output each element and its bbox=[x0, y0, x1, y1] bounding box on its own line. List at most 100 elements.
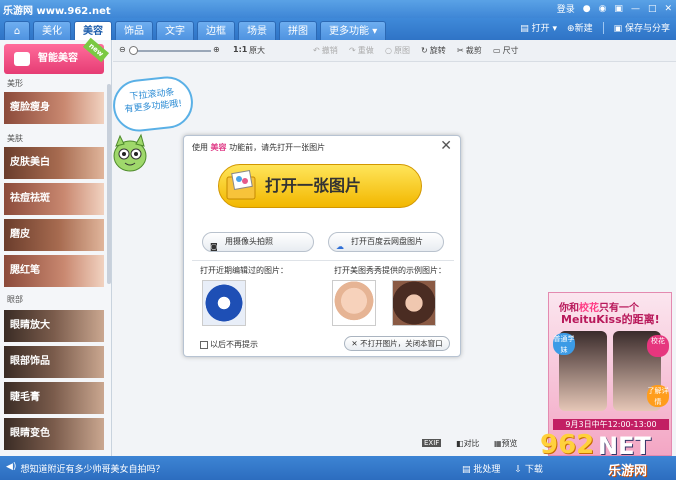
close-window-icon[interactable]: ✕ bbox=[664, 4, 672, 14]
title-bar: 乐游网 www.962.net 登录 ● ◉ ▣ — □ ✕ bbox=[0, 0, 676, 18]
divider bbox=[192, 260, 454, 261]
recent-thumbnail[interactable] bbox=[202, 280, 246, 326]
open-label: 打开 bbox=[531, 24, 550, 34]
tab-cosmetics[interactable]: 美容 bbox=[74, 21, 112, 40]
restore-button[interactable]: ○ 原图 bbox=[385, 45, 410, 56]
tab-more[interactable]: 更多功能 ▾ bbox=[320, 21, 387, 40]
dialog-title-post: 功能前，请先打开一张图片 bbox=[229, 143, 326, 152]
close-without-open-button[interactable]: ✕ 不打开图片，关闭本窗口 bbox=[344, 336, 450, 351]
redo-label: 重做 bbox=[357, 46, 374, 55]
tab-text[interactable]: 文字 bbox=[156, 21, 194, 40]
sidebar-item-acne[interactable]: 祛痘祛斑 bbox=[4, 183, 104, 215]
sidebar-item-smooth[interactable]: 磨皮 bbox=[4, 219, 104, 251]
open-image-dialog: 使用 美容 功能前，请先打开一张图片 ✕ 打开一张图片 ◙ 用摄像头拍照 ☁ 打… bbox=[183, 135, 461, 357]
crop-button[interactable]: ✂ 裁剪 bbox=[457, 45, 482, 56]
camera-label: 用摄像头拍照 bbox=[225, 237, 273, 246]
sidebar-item-whiten[interactable]: 皮肤美白 bbox=[4, 147, 104, 179]
maximize-icon[interactable]: □ bbox=[648, 4, 657, 14]
site-watermark: 乐游网 www.962.net bbox=[3, 6, 111, 17]
save-share-button[interactable]: ▣ 保存与分享 bbox=[614, 21, 670, 34]
dialog-close-icon[interactable]: ✕ bbox=[440, 138, 452, 154]
window-controls: 登录 ● ◉ ▣ — □ ✕ bbox=[557, 2, 672, 16]
rotate-icon: ↻ bbox=[421, 46, 428, 55]
original-size-button[interactable]: 原大 bbox=[249, 45, 265, 56]
feature-sidebar: 智能美容 new 美形 瘦脸瘦身 美肤 皮肤美白 祛痘祛斑 磨皮 腮红笔 眼部 … bbox=[0, 37, 112, 456]
save-label: 保存与分享 bbox=[624, 24, 670, 34]
new-button[interactable]: ⊕新建 bbox=[567, 21, 593, 34]
ad-badge-details[interactable]: 了解详情 bbox=[647, 385, 669, 407]
ad-badge-campus-belle: 校花 bbox=[647, 335, 669, 357]
preview-button[interactable]: ▦预览 bbox=[494, 438, 518, 449]
category-skin: 美肤 bbox=[7, 134, 23, 143]
tab-scene[interactable]: 场景 bbox=[238, 21, 276, 40]
sidebar-item-blush[interactable]: 腮红笔 bbox=[4, 255, 104, 287]
folder-icon bbox=[226, 169, 256, 200]
ad-date: 9月3日中午12:00-13:00 bbox=[553, 419, 669, 430]
login-link[interactable]: 登录 bbox=[557, 2, 575, 15]
zoom-out-icon[interactable]: ⊖ bbox=[119, 45, 126, 54]
tab-accessories[interactable]: 饰品 bbox=[115, 21, 153, 40]
divider bbox=[602, 21, 604, 34]
sidebar-item-eye-color[interactable]: 眼睛变色 bbox=[4, 418, 104, 450]
zoom-slider-track[interactable] bbox=[131, 50, 211, 52]
sidebar-item-eye-accessory[interactable]: 眼部饰品 bbox=[4, 346, 104, 378]
restore-icon: ○ bbox=[385, 46, 392, 55]
sidebar-item-eye-enlarge[interactable]: 眼睛放大 bbox=[4, 310, 104, 342]
zoom-slider-knob[interactable] bbox=[129, 46, 138, 55]
smart-beauty-label: 智能美容 bbox=[38, 53, 78, 64]
new-badge: new bbox=[82, 37, 110, 63]
mascot-icon bbox=[113, 133, 147, 172]
sample-thumbnail-baby[interactable] bbox=[332, 280, 376, 326]
open-button[interactable]: ▤ 打开 ▾ bbox=[520, 21, 557, 34]
redo-button[interactable]: ↷ 重做 bbox=[349, 45, 374, 56]
chevron-down-icon: ▾ bbox=[372, 26, 378, 37]
file-actions: ▤ 打开 ▾ ⊕新建 ▣ 保存与分享 bbox=[520, 21, 670, 34]
home-tab[interactable]: ⌂ bbox=[4, 21, 30, 40]
sidebar-item-slim[interactable]: 瘦脸瘦身 bbox=[4, 92, 104, 124]
new-label: 新建 bbox=[574, 24, 593, 34]
dialog-title-highlight: 美容 bbox=[210, 143, 227, 152]
zoom-in-icon[interactable]: ⊕ bbox=[213, 45, 220, 54]
ratio-1to1[interactable]: 1:1 bbox=[233, 45, 247, 54]
rotate-button[interactable]: ↻ 旋转 bbox=[421, 45, 446, 56]
sidebar-scrollbar[interactable] bbox=[107, 84, 111, 284]
crop-label: 裁剪 bbox=[465, 46, 482, 55]
tab-collage[interactable]: 拼图 bbox=[279, 21, 317, 40]
status-actions: ▤ 批处理 ⇩ 下载 bbox=[462, 462, 543, 475]
category-shape: 美形 bbox=[7, 79, 23, 88]
qq-icon[interactable]: ● bbox=[583, 4, 591, 14]
status-tip[interactable]: ◀) 想知道附近有多少帅哥美女自拍吗？ bbox=[6, 462, 164, 475]
camera-icon: ◙ bbox=[210, 242, 218, 251]
x-icon: ✕ bbox=[351, 339, 358, 348]
tab-beautify[interactable]: 美化 bbox=[33, 21, 71, 40]
minimize-icon[interactable]: — bbox=[631, 4, 640, 14]
open-image-button[interactable]: 打开一张图片 bbox=[218, 164, 422, 208]
undo-icon: ↶ bbox=[313, 46, 320, 55]
weibo-icon[interactable]: ◉ bbox=[599, 4, 607, 14]
camera-button[interactable]: ◙ 用摄像头拍照 bbox=[202, 232, 314, 252]
size-label: 尺寸 bbox=[502, 46, 519, 55]
smart-beauty-button[interactable]: 智能美容 new bbox=[4, 37, 110, 74]
size-button[interactable]: ▭ 尺寸 bbox=[493, 45, 519, 56]
undo-button[interactable]: ↶ 撤销 bbox=[313, 45, 338, 56]
compare-label: 对比 bbox=[463, 439, 480, 448]
sidebar-item-mascara[interactable]: 睫毛膏 bbox=[4, 382, 104, 414]
undo-label: 撤销 bbox=[321, 46, 338, 55]
dialog-title: 使用 美容 功能前，请先打开一张图片 bbox=[192, 142, 325, 153]
baidu-cloud-button[interactable]: ☁ 打开百度云网盘图片 bbox=[328, 232, 444, 252]
checkbox-box[interactable] bbox=[200, 340, 208, 349]
sample-thumbnail-girl[interactable] bbox=[392, 280, 436, 326]
compare-icon: ◧ bbox=[456, 439, 464, 448]
batch-button[interactable]: ▤ 批处理 bbox=[462, 462, 500, 475]
rotate-label: 旋转 bbox=[429, 46, 446, 55]
speaker-icon: ◀) bbox=[6, 462, 17, 472]
dont-show-checkbox[interactable]: 以后不再提示 bbox=[200, 339, 258, 350]
plus-icon: ⊕ bbox=[567, 24, 575, 34]
save-icon: ▣ bbox=[613, 24, 623, 34]
skin-icon[interactable]: ▣ bbox=[614, 4, 623, 14]
watermark-number: 962 bbox=[540, 430, 595, 460]
sample-label: 打开美图秀秀提供的示例图片： bbox=[334, 266, 446, 275]
tab-frame[interactable]: 边框 bbox=[197, 21, 235, 40]
compare-button[interactable]: ◧对比 bbox=[456, 438, 480, 449]
exif-button[interactable]: EXIF bbox=[422, 439, 442, 447]
